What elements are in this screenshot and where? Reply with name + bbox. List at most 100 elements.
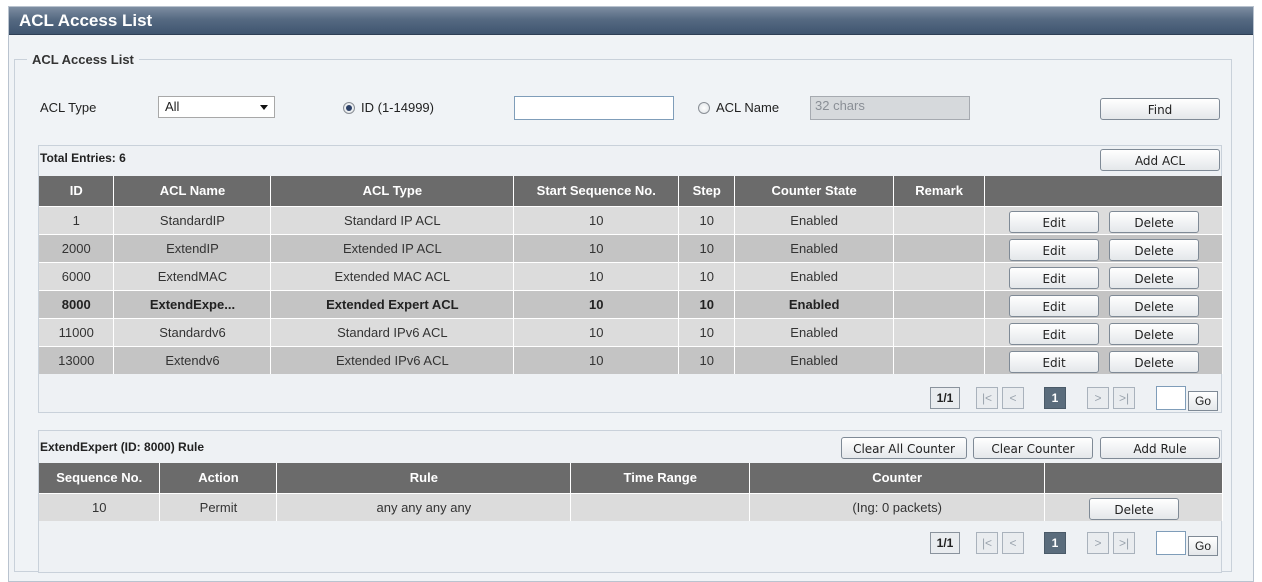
delete-button[interactable]: Delete: [1109, 322, 1200, 345]
cell-step: 10: [678, 205, 736, 234]
prev-page-button[interactable]: <: [1002, 387, 1024, 409]
acl-name-input[interactable]: 32 chars: [810, 96, 970, 120]
add-rule-button[interactable]: Add Rule: [1100, 437, 1220, 459]
cell-action: Permit: [159, 492, 278, 521]
edit-button[interactable]: Edit: [1009, 350, 1100, 373]
prev-page-button[interactable]: <: [1002, 532, 1024, 554]
go-button[interactable]: Go: [1188, 391, 1218, 411]
delete-button[interactable]: Delete: [1109, 350, 1200, 373]
last-page-button[interactable]: >|: [1113, 532, 1135, 554]
cell-start: 10: [513, 261, 680, 290]
cell-sequence: 10: [39, 492, 161, 521]
acl-name-radio-label: ACL Name: [716, 100, 780, 115]
cell-actions: Edit Delete: [984, 345, 1223, 374]
table-row[interactable]: 13000 Extendv6 Extended IPv6 ACL 10 10 E…: [39, 345, 1223, 374]
cell-id: 13000: [39, 345, 115, 374]
chevron-down-icon: [260, 105, 268, 110]
cell-counter: (Ing: 0 packets): [749, 492, 1046, 521]
table-row-selected[interactable]: 8000 ExtendExpe... Extended Expert ACL 1…: [39, 289, 1223, 318]
col-sequence: Sequence No.: [39, 463, 161, 493]
col-rule: Rule: [276, 463, 572, 493]
cell-state: Enabled: [734, 345, 895, 374]
cell-step: 10: [678, 317, 736, 346]
cell-remark: [893, 345, 986, 374]
first-page-button[interactable]: |<: [976, 387, 998, 409]
find-button[interactable]: Find: [1100, 98, 1220, 120]
col-actions: [984, 176, 1223, 206]
col-action: Action: [159, 463, 278, 493]
col-remark: Remark: [893, 176, 986, 206]
first-page-button[interactable]: |<: [976, 532, 998, 554]
table-row[interactable]: 2000 ExtendIP Extended IP ACL 10 10 Enab…: [39, 233, 1223, 262]
cell-step: 10: [678, 289, 736, 318]
page-count: 1/1: [930, 387, 960, 409]
page-number-input[interactable]: [1156, 386, 1186, 410]
cell-id: 8000: [39, 289, 115, 318]
cell-step: 10: [678, 345, 736, 374]
current-page[interactable]: 1: [1044, 387, 1066, 409]
col-counter-state: Counter State: [734, 176, 895, 206]
acl-name-radio[interactable]: [698, 102, 710, 114]
current-page[interactable]: 1: [1044, 532, 1066, 554]
cell-id: 1: [39, 205, 115, 234]
col-start-seq: Start Sequence No.: [513, 176, 680, 206]
cell-actions: Edit Delete: [984, 261, 1223, 290]
col-acl-type: ACL Type: [270, 176, 515, 206]
cell-name: ExtendIP: [113, 233, 272, 262]
clear-counter-button[interactable]: Clear Counter: [973, 437, 1093, 459]
cell-actions: Edit Delete: [984, 317, 1223, 346]
rules-table: Sequence No. Action Rule Time Range Coun…: [39, 463, 1223, 521]
delete-button[interactable]: Delete: [1109, 238, 1200, 261]
cell-name: Extendv6: [113, 345, 272, 374]
cell-start: 10: [513, 205, 680, 234]
table-row[interactable]: 6000 ExtendMAC Extended MAC ACL 10 10 En…: [39, 261, 1223, 290]
table-row[interactable]: 10 Permit any any any any (Ing: 0 packet…: [39, 492, 1223, 521]
acl-id-input[interactable]: [514, 96, 674, 120]
next-page-button[interactable]: >: [1087, 532, 1109, 554]
cell-id: 2000: [39, 233, 115, 262]
table-row[interactable]: 11000 Standardv6 Standard IPv6 ACL 10 10…: [39, 317, 1223, 346]
cell-start: 10: [513, 233, 680, 262]
next-page-button[interactable]: >: [1087, 387, 1109, 409]
clear-all-counter-button[interactable]: Clear All Counter: [841, 437, 967, 459]
go-button[interactable]: Go: [1188, 536, 1218, 556]
cell-type: Extended Expert ACL: [270, 289, 515, 318]
id-radio[interactable]: [343, 102, 355, 114]
cell-actions: Delete: [1044, 492, 1223, 521]
add-acl-button[interactable]: Add ACL: [1100, 149, 1220, 171]
edit-button[interactable]: Edit: [1009, 294, 1100, 317]
window-title: ACL Access List: [9, 7, 1253, 35]
acl-type-value: All: [165, 99, 180, 114]
cell-remark: [893, 261, 986, 290]
cell-state: Enabled: [734, 205, 895, 234]
cell-name: ExtendMAC: [113, 261, 272, 290]
table-row[interactable]: 1 StandardIP Standard IP ACL 10 10 Enabl…: [39, 205, 1223, 234]
cell-type: Extended MAC ACL: [270, 261, 515, 290]
edit-button[interactable]: Edit: [1009, 322, 1100, 345]
rules-table-header: Sequence No. Action Rule Time Range Coun…: [39, 463, 1223, 493]
delete-button[interactable]: Delete: [1109, 266, 1200, 289]
last-page-button[interactable]: >|: [1113, 387, 1135, 409]
cell-id: 6000: [39, 261, 115, 290]
cell-step: 10: [678, 233, 736, 262]
delete-rule-button[interactable]: Delete: [1089, 497, 1180, 520]
acl-type-label: ACL Type: [40, 100, 97, 115]
edit-button[interactable]: Edit: [1009, 266, 1100, 289]
delete-button[interactable]: Delete: [1109, 294, 1200, 317]
cell-state: Enabled: [734, 317, 895, 346]
cell-start: 10: [513, 289, 680, 318]
cell-step: 10: [678, 261, 736, 290]
cell-start: 10: [513, 317, 680, 346]
acl-type-select[interactable]: All: [158, 96, 275, 118]
edit-button[interactable]: Edit: [1009, 238, 1100, 261]
cell-name: ExtendExpe...: [113, 289, 272, 318]
delete-button[interactable]: Delete: [1109, 210, 1200, 233]
cell-id: 11000: [39, 317, 115, 346]
cell-type: Standard IPv6 ACL: [270, 317, 515, 346]
id-radio-label: ID (1-14999): [361, 100, 434, 115]
rules-pager: 1/1 |< < 1 > >| Go: [930, 531, 1220, 556]
acl-pager: 1/1 |< < 1 > >| Go: [930, 386, 1220, 411]
page-number-input[interactable]: [1156, 531, 1186, 555]
edit-button[interactable]: Edit: [1009, 210, 1100, 233]
cell-name: StandardIP: [113, 205, 272, 234]
